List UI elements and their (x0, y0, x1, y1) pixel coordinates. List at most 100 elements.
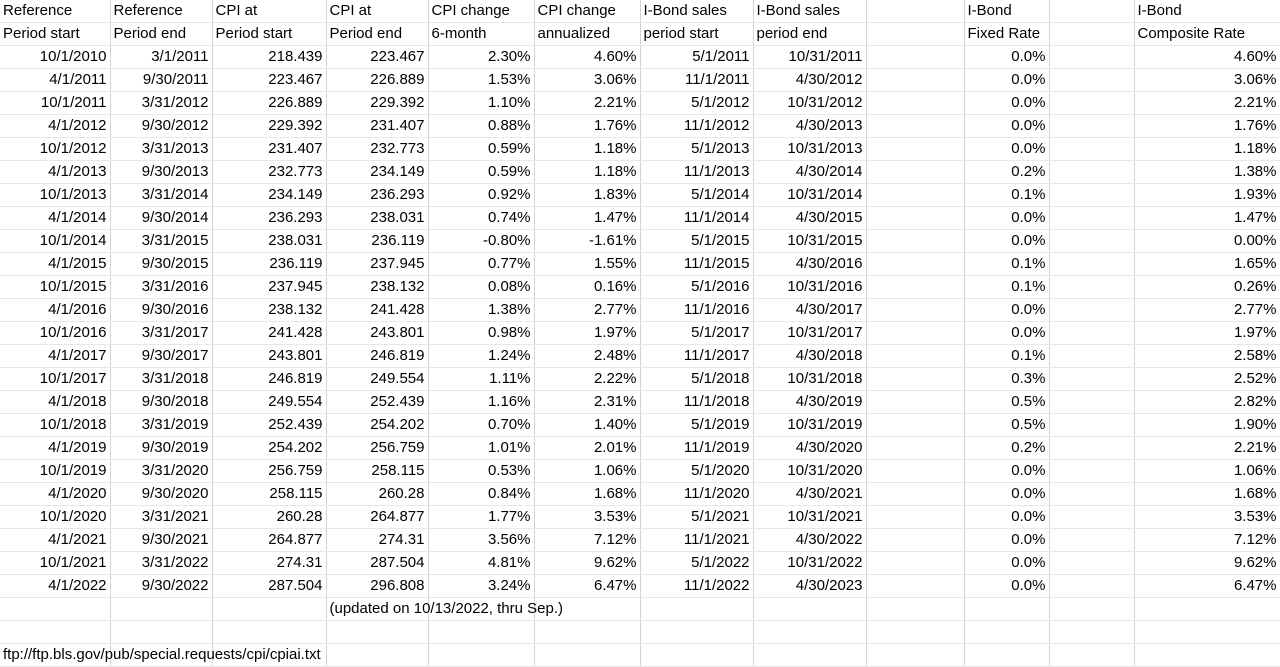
cell-cpi_6mo[interactable]: 2.30% (428, 45, 535, 69)
cell-cpi_annual[interactable]: 1.83% (534, 183, 641, 207)
cell-gap1[interactable] (866, 229, 965, 253)
cell-cpi_annual[interactable]: 1.18% (534, 160, 641, 184)
cell-cpi_end[interactable]: 264.877 (326, 505, 429, 529)
column-header-top-5[interactable]: CPI change (534, 0, 641, 23)
column-header-top-4[interactable]: CPI change (428, 0, 535, 23)
cell-composite_rate[interactable]: 0.00% (1134, 229, 1280, 253)
cell-sale_end[interactable]: 10/31/2017 (753, 321, 867, 345)
cell-sale_end[interactable]: 10/31/2016 (753, 275, 867, 299)
cell-fixed_rate[interactable]: 0.2% (964, 436, 1050, 460)
cell-composite_rate[interactable]: 2.21% (1134, 436, 1280, 460)
cell-cpi_start[interactable]: 264.877 (212, 528, 327, 552)
column-header-top-7[interactable]: I-Bond sales (753, 0, 867, 23)
cell-sale_start[interactable]: 5/1/2022 (640, 551, 754, 575)
cell-sale_end[interactable]: 10/31/2021 (753, 505, 867, 529)
cell-sale_end[interactable]: 10/31/2019 (753, 413, 867, 437)
cell-composite_rate[interactable]: 3.06% (1134, 68, 1280, 92)
cell-ref_start[interactable]: 10/1/2010 (0, 45, 111, 69)
cell-cpi_end[interactable]: 258.115 (326, 459, 429, 483)
cell-ref_start[interactable]: 10/1/2017 (0, 367, 111, 391)
column-header-bottom-4[interactable]: 6-month (428, 22, 535, 46)
cell-cpi_annual[interactable]: 4.60% (534, 45, 641, 69)
cell-gap2[interactable] (1049, 551, 1135, 575)
cell-gap2[interactable] (1049, 229, 1135, 253)
cell-cpi_annual[interactable]: 6.47% (534, 574, 641, 598)
cell-sale_start[interactable]: 5/1/2011 (640, 45, 754, 69)
cell-cpi_end[interactable]: 226.889 (326, 68, 429, 92)
cell-fixed_rate[interactable]: 0.1% (964, 183, 1050, 207)
cell-composite_rate[interactable]: 0.26% (1134, 275, 1280, 299)
cell-ref_end[interactable]: 9/30/2016 (110, 298, 213, 322)
cell-gap2[interactable] (1049, 275, 1135, 299)
cell-gap2[interactable] (1049, 459, 1135, 483)
cell-sale_end[interactable]: 10/31/2011 (753, 45, 867, 69)
cell-sale_end[interactable]: 4/30/2014 (753, 160, 867, 184)
cell-sale_start[interactable]: 11/1/2022 (640, 574, 754, 598)
cell-cpi_annual[interactable]: 2.22% (534, 367, 641, 391)
cell-gap1[interactable] (866, 275, 965, 299)
cell-sale_start[interactable]: 5/1/2018 (640, 367, 754, 391)
cell-gap2[interactable] (1049, 160, 1135, 184)
cell-gap2[interactable] (1049, 252, 1135, 276)
cell-ref_start[interactable]: 4/1/2016 (0, 298, 111, 322)
cell-fixed_rate[interactable]: 0.1% (964, 252, 1050, 276)
cell-cpi_end[interactable]: 260.28 (326, 482, 429, 506)
cell-fixed_rate[interactable]: 0.0% (964, 298, 1050, 322)
cell-gap1[interactable] (866, 528, 965, 552)
cell-composite_rate[interactable]: 1.76% (1134, 114, 1280, 138)
cell-cpi_end[interactable]: 287.504 (326, 551, 429, 575)
cell-cpi_start[interactable]: 238.132 (212, 298, 327, 322)
cell-cpi_start[interactable]: 256.759 (212, 459, 327, 483)
cell-gap1[interactable] (866, 413, 965, 437)
cell-fixed_rate[interactable]: 0.0% (964, 321, 1050, 345)
cell-composite_rate[interactable]: 2.77% (1134, 298, 1280, 322)
cell-ref_start[interactable]: 4/1/2019 (0, 436, 111, 460)
cell-sale_end[interactable]: 4/30/2013 (753, 114, 867, 138)
cell-gap2[interactable] (1049, 183, 1135, 207)
cell-gap1[interactable] (866, 68, 965, 92)
cell-sale_start[interactable]: 11/1/2011 (640, 68, 754, 92)
cell-ref_end[interactable]: 9/30/2020 (110, 482, 213, 506)
cell-sale_end[interactable]: 10/31/2015 (753, 229, 867, 253)
cell-ref_end[interactable]: 9/30/2011 (110, 68, 213, 92)
cell-gap1[interactable] (866, 160, 965, 184)
column-header-bottom-0[interactable]: Period start (0, 22, 111, 46)
cell-gap1[interactable] (866, 459, 965, 483)
cell-cpi_end[interactable]: 296.808 (326, 574, 429, 598)
cell-composite_rate[interactable]: 3.53% (1134, 505, 1280, 529)
cell-ref_start[interactable]: 10/1/2021 (0, 551, 111, 575)
cell-cpi_annual[interactable]: 2.01% (534, 436, 641, 460)
cell-cpi_end[interactable]: 236.293 (326, 183, 429, 207)
column-header-top-9[interactable]: I-Bond (964, 0, 1050, 23)
cell-ref_start[interactable]: 10/1/2011 (0, 91, 111, 115)
cell-cpi_6mo[interactable]: 1.10% (428, 91, 535, 115)
cell-cpi_annual[interactable]: 1.18% (534, 137, 641, 161)
cell-gap1[interactable] (866, 574, 965, 598)
cell-cpi_6mo[interactable]: 0.70% (428, 413, 535, 437)
cell-ref_end[interactable]: 3/31/2020 (110, 459, 213, 483)
cell-gap1[interactable] (866, 482, 965, 506)
cell-gap1[interactable] (866, 367, 965, 391)
column-header-bottom-8[interactable] (866, 22, 965, 46)
cell-sale_end[interactable]: 4/30/2016 (753, 252, 867, 276)
cell-composite_rate[interactable]: 4.60% (1134, 45, 1280, 69)
cell-cpi_start[interactable]: 274.31 (212, 551, 327, 575)
cell-sale_end[interactable]: 10/31/2014 (753, 183, 867, 207)
cell-cpi_6mo[interactable]: 1.24% (428, 344, 535, 368)
updated-note-cell[interactable]: (updated on 10/13/2022, thru Sep.) (326, 597, 563, 621)
cell-cpi_6mo[interactable]: 0.74% (428, 206, 535, 230)
cell-sale_end[interactable]: 4/30/2020 (753, 436, 867, 460)
cell-cpi_start[interactable]: 238.031 (212, 229, 327, 253)
cell-cpi_annual[interactable]: 3.06% (534, 68, 641, 92)
cell-cpi_end[interactable]: 236.119 (326, 229, 429, 253)
cell-ref_end[interactable]: 9/30/2012 (110, 114, 213, 138)
cell-cpi_6mo[interactable]: 1.11% (428, 367, 535, 391)
source-url-text[interactable]: ftp://ftp.bls.gov/pub/special.requests/c… (3, 644, 321, 666)
cell-cpi_6mo[interactable]: 3.56% (428, 528, 535, 552)
cell-cpi_6mo[interactable]: 0.53% (428, 459, 535, 483)
column-header-top-2[interactable]: CPI at (212, 0, 327, 23)
cell-sale_start[interactable]: 5/1/2019 (640, 413, 754, 437)
cell-ref_end[interactable]: 9/30/2013 (110, 160, 213, 184)
cell-fixed_rate[interactable]: 0.0% (964, 114, 1050, 138)
column-header-bottom-9[interactable]: Fixed Rate (964, 22, 1050, 46)
